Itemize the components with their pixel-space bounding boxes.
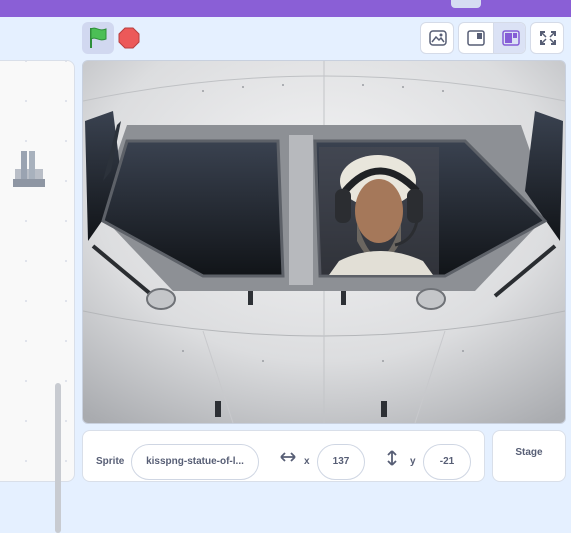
stop-icon <box>118 27 140 49</box>
stop-button[interactable] <box>118 22 142 54</box>
y-position-icon <box>387 450 397 466</box>
sprite-thumbnail[interactable] <box>13 149 45 189</box>
stage[interactable] <box>82 60 566 424</box>
y-label: y <box>410 456 416 467</box>
sprite-label: Sprite <box>96 456 125 467</box>
code-area[interactable] <box>0 60 75 533</box>
normal-stage-button[interactable] <box>493 23 525 53</box>
x-position-icon <box>280 452 296 462</box>
fullscreen-button[interactable] <box>530 22 564 54</box>
sprite-costume[interactable] <box>319 147 439 275</box>
y-position-input[interactable]: -21 <box>423 444 471 480</box>
menu-thumbnail[interactable] <box>451 0 481 8</box>
code-scrollbar[interactable] <box>55 383 61 533</box>
stage-label: Stage <box>515 447 543 458</box>
fullscreen-icon <box>540 31 556 45</box>
normal-stage-icon <box>502 30 520 46</box>
stage-target-panel[interactable]: Stage <box>492 430 566 482</box>
small-stage-icon <box>467 30 485 46</box>
paint-editor-icon <box>429 30 447 46</box>
x-position-input[interactable]: 137 <box>317 444 365 480</box>
editor-mode-button[interactable] <box>420 22 454 54</box>
small-stage-button[interactable] <box>459 23 493 53</box>
menu-bar <box>0 0 571 17</box>
green-flag-button[interactable] <box>82 22 114 54</box>
stage-size-toggle <box>458 22 526 54</box>
green-flag-icon <box>90 27 107 48</box>
stage-canvas[interactable] <box>83 61 565 423</box>
sprite-name-input[interactable]: kisspng-statue-of-l... <box>131 444 259 480</box>
x-label: x <box>304 456 310 467</box>
sprite-info-panel: Sprite kisspng-statue-of-l... x 137 y -2… <box>82 430 485 482</box>
